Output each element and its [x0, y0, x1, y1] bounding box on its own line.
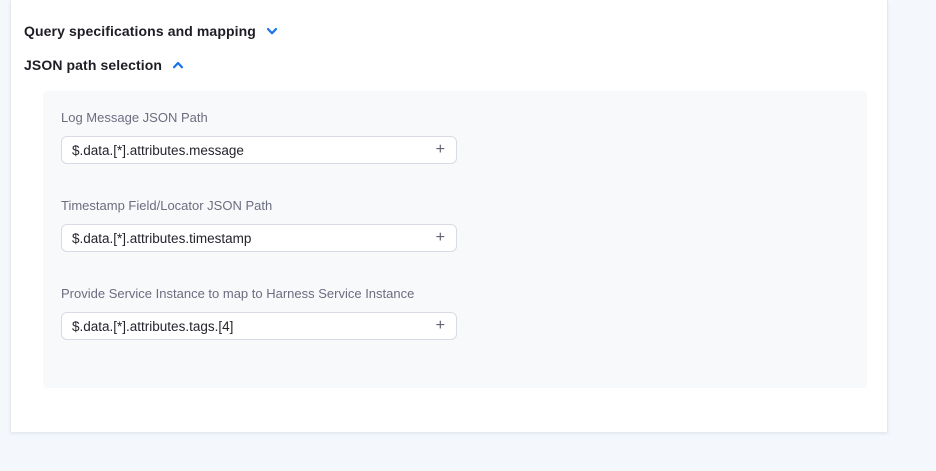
- field-label: Timestamp Field/Locator JSON Path: [61, 198, 867, 214]
- chevron-up-icon: [171, 58, 185, 72]
- service-instance-json-path-input[interactable]: [72, 319, 435, 334]
- plus-icon[interactable]: +: [435, 230, 446, 246]
- log-message-json-path-input-wrap: +: [61, 136, 457, 164]
- log-message-json-path-input[interactable]: [72, 143, 435, 158]
- plus-icon[interactable]: +: [435, 142, 446, 158]
- section-title: Query specifications and mapping: [24, 23, 256, 39]
- section-title: JSON path selection: [24, 57, 162, 73]
- timestamp-json-path-input-wrap: +: [61, 224, 457, 252]
- service-instance-json-path-input-wrap: +: [61, 312, 457, 340]
- timestamp-json-path-input[interactable]: [72, 231, 435, 246]
- field-label: Log Message JSON Path: [61, 110, 867, 126]
- field-label: Provide Service Instance to map to Harne…: [61, 286, 867, 302]
- field-timestamp-json-path: Timestamp Field/Locator JSON Path +: [61, 198, 867, 252]
- chevron-down-icon: [265, 24, 279, 38]
- field-service-instance-json-path: Provide Service Instance to map to Harne…: [61, 286, 867, 340]
- field-log-message-json-path: Log Message JSON Path +: [61, 110, 867, 164]
- content-card: Query specifications and mapping JSON pa…: [10, 0, 888, 432]
- section-query-specifications[interactable]: Query specifications and mapping: [24, 23, 279, 39]
- json-path-panel: Log Message JSON Path + Timestamp Field/…: [43, 91, 867, 388]
- section-json-path-selection[interactable]: JSON path selection: [24, 57, 185, 73]
- plus-icon[interactable]: +: [435, 318, 446, 334]
